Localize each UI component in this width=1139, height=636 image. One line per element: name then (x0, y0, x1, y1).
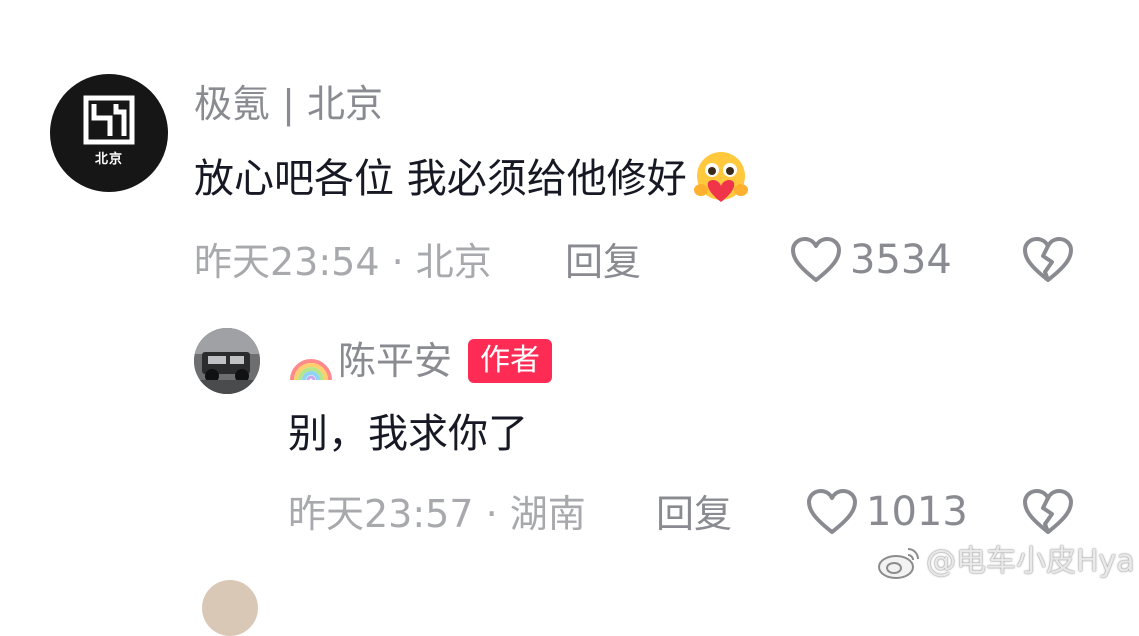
reply-avatar[interactable] (194, 328, 260, 394)
comment-text: 放心吧各位 我必须给他修好 (194, 156, 687, 202)
broken-heart-icon (1023, 237, 1073, 282)
reply-meta: 昨天23:57 · 湖南 (288, 492, 586, 536)
reply-reply-button[interactable]: 回复 (656, 492, 732, 536)
comment-content: 放心吧各位 我必须给他修好 (194, 150, 751, 208)
avatar[interactable]: 北京 (50, 74, 168, 192)
avatar-logo-text: 北京 (94, 152, 123, 167)
rainbow-icon (290, 359, 332, 381)
reply-button[interactable]: 回复 (565, 240, 641, 284)
weibo-logo-icon (878, 548, 919, 579)
like-count: 3534 (850, 237, 952, 283)
reply-text: 别，我求你了 (288, 411, 528, 457)
next-comment-avatar[interactable] (202, 580, 258, 636)
reply-dislike-button[interactable] (1022, 488, 1074, 540)
broken-heart-icon (1023, 489, 1073, 534)
comment-username[interactable]: 极氪 | 北京 (194, 82, 383, 126)
like-button[interactable]: 3534 (790, 236, 952, 284)
reply-username[interactable]: 陈平安 (338, 339, 452, 383)
heart-outline-icon (807, 489, 857, 534)
watermark-text: @电车小皮Hya (926, 544, 1135, 579)
brand-logo-icon (83, 95, 135, 145)
author-badge: 作者 (468, 339, 553, 383)
reply-like-button[interactable]: 1013 (806, 488, 968, 536)
hug-heart-emoji-icon (693, 152, 748, 202)
watermark: @电车小皮Hya (876, 542, 1135, 582)
reply-header: 陈平安 作者 (288, 338, 553, 384)
heart-outline-icon (791, 237, 841, 282)
car-photo-icon (194, 328, 260, 394)
comment-meta: 昨天23:54 · 北京 (194, 240, 492, 284)
dislike-button[interactable] (1022, 236, 1074, 288)
reply-like-count: 1013 (866, 489, 968, 535)
